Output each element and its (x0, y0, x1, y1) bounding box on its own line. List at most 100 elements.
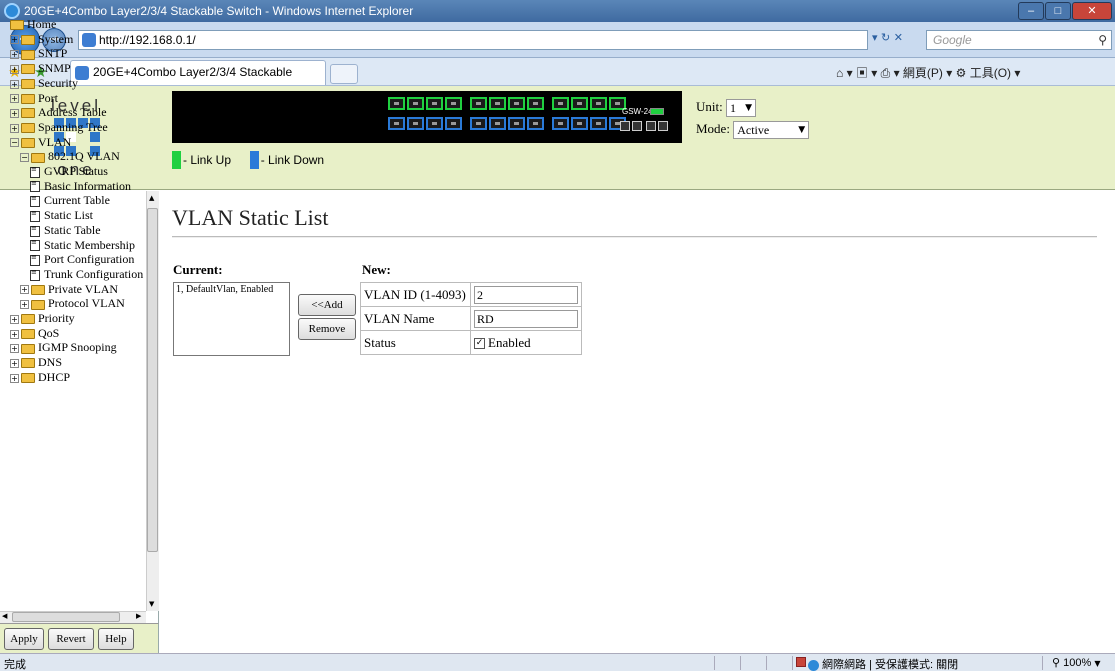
expand-icon[interactable]: + (10, 79, 19, 89)
tree-item[interactable]: + Priority (10, 311, 146, 326)
search-input[interactable]: Google ⚲ (926, 30, 1112, 50)
security-zone[interactable]: 網際網路 | 受保護模式: 關閉 (808, 656, 958, 672)
close-button[interactable]: ✕ (1072, 2, 1112, 20)
tree-scroll-thumb[interactable] (147, 208, 158, 552)
collapse-icon[interactable]: − (10, 138, 19, 148)
collapse-icon[interactable]: − (20, 153, 29, 163)
port-icon[interactable] (388, 97, 405, 110)
tree-item[interactable]: ≡ Static List (10, 208, 146, 223)
revert-button[interactable]: Revert (48, 628, 94, 650)
tree-item[interactable]: + QoS (10, 326, 146, 341)
expand-icon[interactable]: + (10, 358, 19, 368)
port-icon[interactable] (388, 117, 405, 130)
expand-icon[interactable]: + (10, 123, 19, 133)
apply-button[interactable]: Apply (4, 628, 44, 650)
zoom-level[interactable]: ⚲ 100% ▼ (1052, 656, 1100, 669)
expand-icon[interactable]: + (20, 285, 29, 295)
port-icon[interactable] (527, 97, 544, 110)
expand-icon[interactable]: + (10, 50, 19, 60)
port-icon[interactable] (527, 117, 544, 130)
tree-item[interactable]: ≡ Port Configuration (10, 252, 146, 267)
tree-item[interactable]: + IGMP Snooping (10, 340, 146, 355)
help-button[interactable]: Help (98, 628, 134, 650)
port-icon[interactable] (470, 97, 487, 110)
unit-select[interactable]: 1 ▼ (725, 99, 756, 118)
tree-item[interactable]: ≡ Current Table (10, 193, 146, 208)
port-icon[interactable] (489, 117, 506, 130)
status-enabled-checkbox[interactable]: ✓ (474, 338, 485, 350)
mode-select[interactable]: Active ▼ (733, 121, 810, 140)
port-icon[interactable] (590, 97, 607, 110)
port-icon[interactable] (445, 97, 462, 110)
tree-item[interactable]: + SNMP (10, 61, 146, 76)
tree-item-label: Security (38, 75, 78, 90)
scroll-left-icon[interactable]: ◀ (2, 612, 7, 620)
tree-item[interactable]: + Security (10, 76, 146, 91)
protected-mode-icon[interactable] (796, 657, 806, 667)
new-tab-button[interactable] (330, 64, 358, 84)
tree-item[interactable]: Home (10, 17, 146, 32)
expand-icon[interactable]: + (10, 64, 19, 74)
expand-icon[interactable]: + (10, 344, 19, 354)
port-icon[interactable] (571, 97, 588, 110)
port-icon[interactable] (552, 97, 569, 110)
expand-icon[interactable]: + (10, 314, 19, 324)
minimize-button[interactable]: – (1018, 2, 1044, 20)
sfp-port-icon[interactable] (658, 121, 668, 131)
refresh-stop-icons[interactable]: ▾ ↻ ✕ (872, 31, 922, 49)
tree-item[interactable]: ≡ Basic Information (10, 179, 146, 194)
tree-item[interactable]: + DNS (10, 355, 146, 370)
tree-item[interactable]: + SNTP (10, 46, 146, 61)
tree-hscroll-thumb[interactable] (12, 612, 120, 622)
port-icon[interactable] (470, 117, 487, 130)
search-icon[interactable]: ⚲ (1098, 31, 1107, 49)
expand-icon[interactable]: + (10, 108, 19, 118)
address-input[interactable]: http://192.168.0.1/ (78, 30, 868, 50)
tree-item[interactable]: + Private VLAN (10, 282, 146, 297)
tree-item[interactable]: − VLAN (10, 135, 146, 150)
tree-item[interactable]: ≡ Static Table (10, 223, 146, 238)
folder-icon (21, 79, 35, 90)
scroll-down-icon[interactable]: ▼ (149, 600, 154, 608)
scroll-right-icon[interactable]: ▶ (136, 612, 141, 620)
expand-icon[interactable]: + (10, 94, 19, 104)
tree-item[interactable]: + Address Table (10, 105, 146, 120)
port-icon[interactable] (571, 117, 588, 130)
port-icon[interactable] (426, 97, 443, 110)
port-icon[interactable] (426, 117, 443, 130)
command-toolbar[interactable]: ⌂ ▾ ▣ ▾ ⎙ ▾ 網頁(P) ▾ ⚙ 工具(O) ▾ (836, 64, 1020, 81)
current-vlan-list[interactable]: 1, DefaultVlan, Enabled (173, 282, 290, 356)
folder-icon (21, 93, 35, 104)
port-icon[interactable] (590, 117, 607, 130)
tree-item[interactable]: ≡ Static Membership (10, 238, 146, 253)
tree-item[interactable]: + DHCP (10, 370, 146, 385)
remove-button[interactable]: Remove (298, 318, 356, 340)
port-icon[interactable] (508, 117, 525, 130)
port-icon[interactable] (407, 97, 424, 110)
expand-icon[interactable]: + (10, 35, 19, 45)
tree-item[interactable]: ≡ GVRP Status (10, 164, 146, 179)
add-button[interactable]: <<Add (298, 294, 356, 316)
expand-icon[interactable]: + (10, 329, 19, 339)
port-icon[interactable] (445, 117, 462, 130)
tree-item[interactable]: + System (10, 32, 146, 47)
vlan-id-input[interactable]: 2 (474, 285, 578, 304)
port-icon[interactable] (489, 97, 506, 110)
sfp-port-icon[interactable] (620, 121, 630, 131)
port-icon[interactable] (552, 117, 569, 130)
tree-item[interactable]: + Spanning Tree (10, 120, 146, 135)
sfp-port-icon[interactable] (646, 121, 656, 131)
tree-item[interactable]: + Protocol VLAN (10, 296, 146, 311)
port-icon[interactable] (407, 117, 424, 130)
expand-icon[interactable]: + (20, 300, 29, 310)
expand-icon[interactable]: + (10, 373, 19, 383)
vlan-name-input[interactable]: RD (474, 309, 578, 328)
tree-item[interactable]: + Port (10, 91, 146, 106)
maximize-button[interactable]: □ (1045, 2, 1071, 20)
list-item[interactable]: 1, DefaultVlan, Enabled (176, 284, 287, 295)
tree-item[interactable]: ≡ Trunk Configuration (10, 267, 146, 282)
scroll-up-icon[interactable]: ▲ (149, 194, 154, 202)
sfp-port-icon[interactable] (632, 121, 642, 131)
tree-item[interactable]: − 802.1Q VLAN (10, 149, 146, 164)
port-icon[interactable] (508, 97, 525, 110)
